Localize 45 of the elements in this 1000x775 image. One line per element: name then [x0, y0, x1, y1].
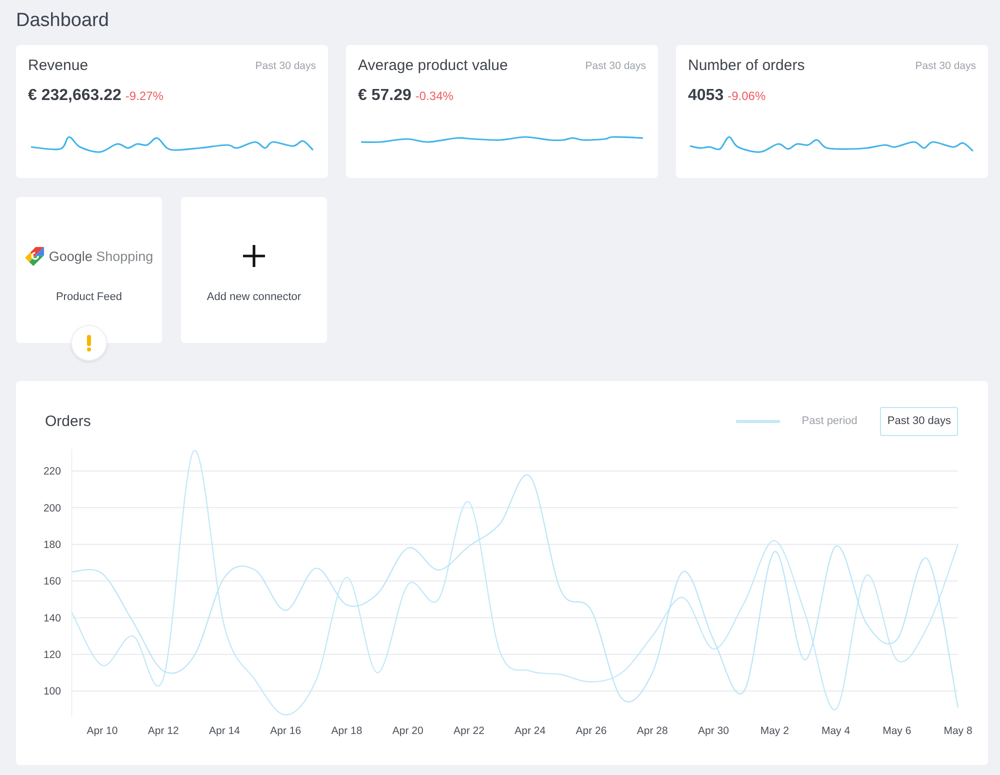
legend-label: Past period: [802, 415, 858, 427]
metric-value: € 232,663.22: [28, 86, 122, 106]
x-axis-label: Apr 12: [148, 725, 179, 737]
connector-card[interactable]: Add new connector: [181, 197, 327, 343]
y-axis-label: 180: [43, 539, 61, 552]
x-axis-label: May 8: [944, 725, 972, 737]
x-axis-label: May 6: [882, 725, 912, 737]
chart-title: Orders: [45, 412, 91, 430]
y-axis-label: 120: [43, 649, 61, 662]
shopping-tag-icon: [24, 246, 44, 266]
x-axis-label: May 2: [760, 725, 789, 737]
connector-label: Product Feed: [56, 290, 122, 305]
connector-label: Add new connector: [206, 290, 302, 305]
x-axis-label: Apr 16: [270, 725, 302, 737]
x-axis-label: Apr 22: [454, 725, 484, 737]
metric-title: Revenue: [28, 57, 88, 75]
change-value: -9.06%: [728, 89, 766, 103]
period-label: Past 30 days: [255, 60, 316, 72]
metric-title: Number of orders: [688, 57, 805, 75]
period-label: Past 30 days: [585, 60, 646, 72]
x-axis-label: Apr 20: [392, 725, 424, 737]
x-axis-label: May 4: [821, 725, 850, 737]
x-axis-label: Apr 14: [209, 725, 240, 737]
legend-button[interactable]: Past 30 days: [880, 406, 958, 436]
page-title: Dashboard: [16, 9, 110, 33]
x-axis-label: Apr 26: [576, 725, 607, 737]
y-axis-label: 100: [43, 686, 61, 698]
x-axis-label: Apr 24: [514, 725, 546, 737]
x-axis-label: Apr 30: [698, 725, 729, 737]
y-axis-label: 140: [43, 612, 61, 624]
metric-value: 4053: [688, 86, 724, 106]
y-axis-label: 160: [43, 576, 61, 588]
connector-card[interactable]: Google Shopping Product Feed: [16, 197, 162, 343]
x-axis-label: Apr 10: [86, 725, 118, 737]
x-axis-label: Apr 18: [331, 725, 362, 737]
x-axis-label: Apr 28: [636, 725, 668, 737]
metric-value: € 57.29: [358, 86, 412, 106]
period-label: Past 30 days: [915, 60, 976, 72]
plus-icon: [243, 245, 265, 267]
y-axis-label: 220: [43, 466, 61, 478]
logo-wordmark: Google Shopping: [48, 248, 154, 264]
metric-title: Average product value: [358, 57, 508, 75]
change-value: -0.34%: [415, 89, 454, 103]
y-axis-label: 200: [43, 502, 61, 514]
change-value: -9.27%: [125, 89, 164, 103]
